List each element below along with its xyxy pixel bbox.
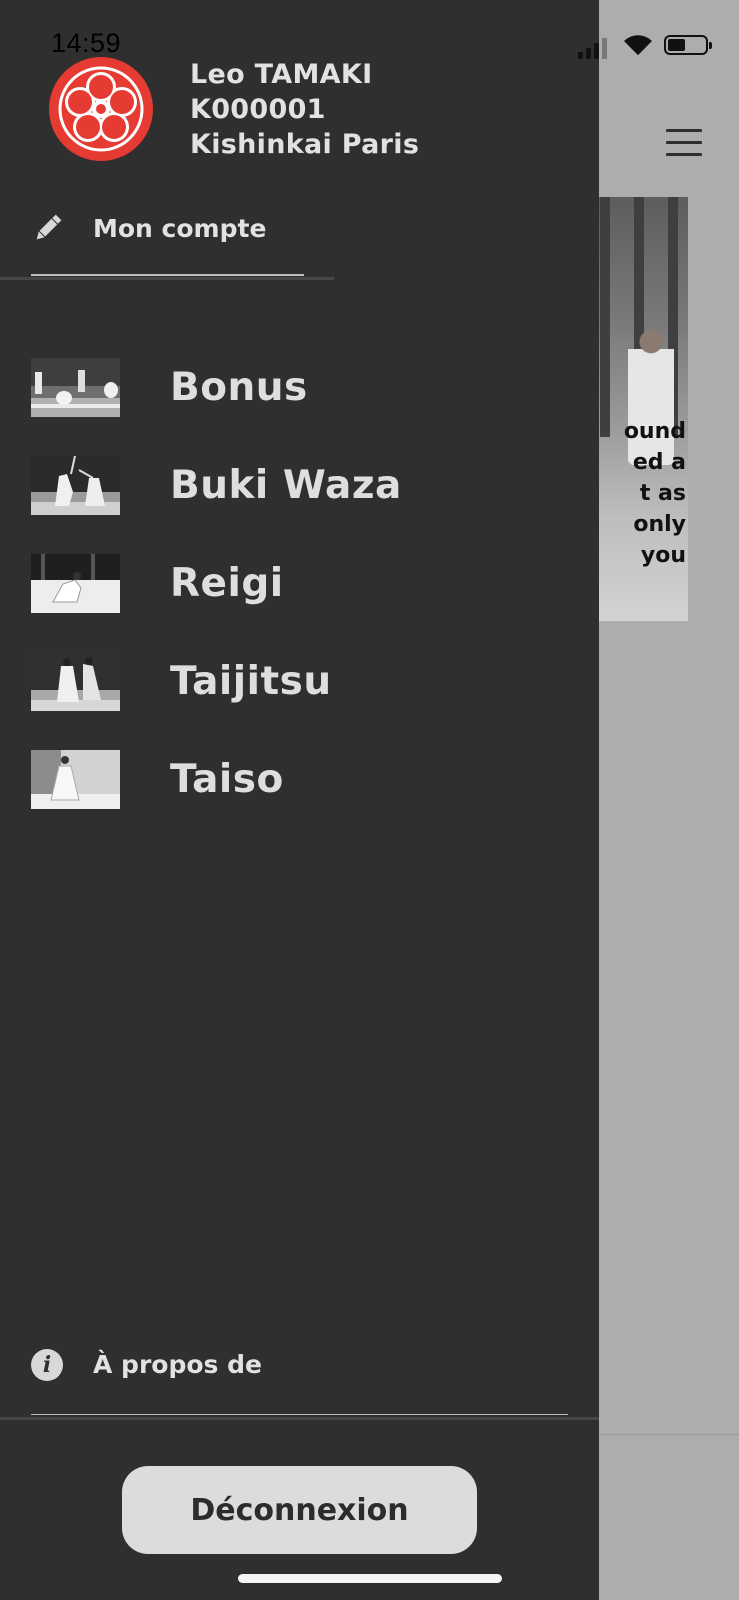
- taijitsu-thumbnail: [31, 652, 120, 711]
- hamburger-menu-icon[interactable]: [666, 129, 702, 157]
- account-divider-shadow: [0, 277, 334, 280]
- buki-waza-thumbnail: [31, 456, 120, 515]
- profile-member-id: K000001: [190, 94, 326, 125]
- taiso-thumbnail: [31, 750, 120, 809]
- menu-item-label: Taijitsu: [170, 659, 332, 704]
- menu-item-reigi[interactable]: Reigi: [31, 554, 551, 613]
- profile-name: Leo TAMAKI: [190, 59, 373, 90]
- info-icon: i: [31, 1349, 63, 1381]
- menu-item-buki-waza[interactable]: Buki Waza: [31, 456, 551, 515]
- my-account-link[interactable]: Mon compte: [31, 205, 331, 255]
- menu-item-label: Buki Waza: [170, 463, 402, 508]
- profile-info: Leo TAMAKI K000001 Kishinkai Paris: [190, 57, 419, 162]
- menu-item-label: Taiso: [170, 757, 284, 802]
- about-label: À propos de: [93, 1350, 262, 1379]
- profile-club: Kishinkai Paris: [190, 129, 420, 160]
- my-account-label: Mon compte: [93, 214, 267, 243]
- navigation-drawer: Leo TAMAKI K000001 Kishinkai Paris Mon c…: [0, 0, 599, 1600]
- about-link[interactable]: i À propos de: [31, 1347, 531, 1391]
- pencil-icon: [31, 211, 65, 245]
- category-menu: Bonus Buki Waza Reigi Taijitsu Taiso: [31, 358, 551, 848]
- reigi-thumbnail: [31, 554, 120, 613]
- menu-item-taijitsu[interactable]: Taijitsu: [31, 652, 551, 711]
- about-divider-shadow: [0, 1417, 599, 1420]
- about-divider: [31, 1414, 568, 1415]
- home-indicator[interactable]: [238, 1574, 502, 1583]
- menu-item-label: Bonus: [170, 365, 308, 410]
- club-crest-flower-icon: [49, 57, 153, 161]
- logout-button[interactable]: Déconnexion: [122, 1466, 477, 1554]
- wifi-icon: [622, 33, 654, 57]
- background-divider: [598, 1434, 739, 1435]
- menu-item-taiso[interactable]: Taiso: [31, 750, 551, 809]
- account-divider: [31, 274, 304, 276]
- bonus-thumbnail: [31, 358, 120, 417]
- status-icons: [578, 33, 713, 59]
- menu-item-label: Reigi: [170, 561, 284, 606]
- status-time: 14:59: [51, 28, 122, 58]
- menu-item-bonus[interactable]: Bonus: [31, 358, 551, 417]
- battery-icon: [664, 35, 712, 55]
